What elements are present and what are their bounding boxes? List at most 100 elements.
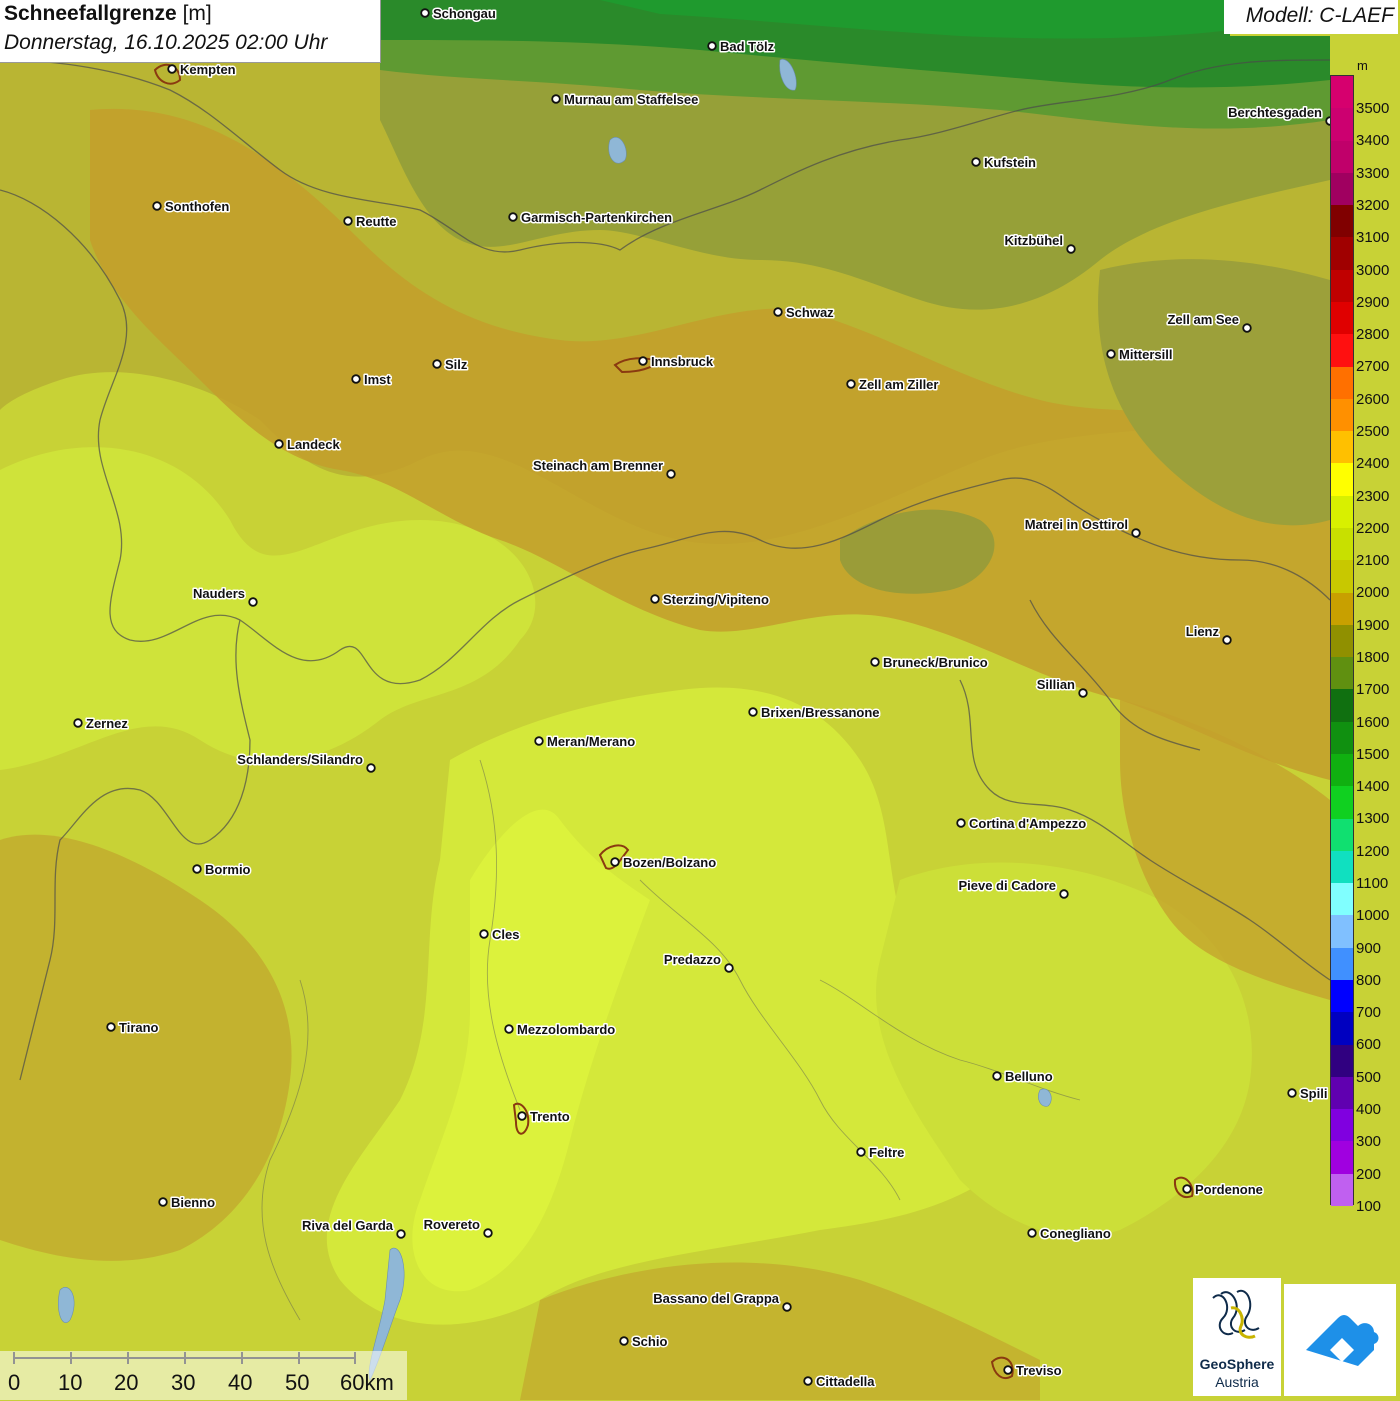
city-label: Zell am See	[1167, 312, 1239, 327]
city-marker[interactable]: Garmisch-Partenkirchen	[508, 209, 674, 227]
legend-label: 100	[1356, 1197, 1382, 1215]
city-dot	[248, 597, 258, 607]
city-label: Pordenone	[1195, 1182, 1263, 1197]
city-dot	[1059, 889, 1069, 899]
city-marker[interactable]: Meran/Merano	[534, 733, 637, 751]
geosphere-logo[interactable]: GeoSphere Austria	[1193, 1278, 1281, 1396]
city-dot	[666, 469, 676, 479]
city-label: Sillian	[1037, 677, 1075, 692]
legend-label: 2400	[1356, 455, 1390, 473]
city-dot	[106, 1022, 116, 1032]
legend-swatch	[1331, 1012, 1353, 1046]
city-marker[interactable]: Brixen/Bressanone	[748, 704, 881, 722]
snowfall-limit-map[interactable]: Schongau Bad Tölz Kempten Murnau am Staffel…	[0, 0, 1400, 1400]
city-dot	[158, 1197, 168, 1207]
city-dot	[638, 356, 648, 366]
legend-label: 1200	[1356, 842, 1390, 860]
city-label: Mezzolombardo	[517, 1022, 615, 1037]
legend-label: 1900	[1356, 616, 1390, 634]
city-label: Sonthofen	[165, 199, 229, 214]
legend-swatch	[1331, 302, 1353, 335]
city-marker[interactable]: Innsbruck	[638, 353, 715, 371]
city-label: Schongau	[433, 6, 496, 21]
legend-label: 2600	[1356, 390, 1390, 408]
legend-swatch	[1331, 237, 1353, 271]
legend-swatch	[1331, 76, 1353, 109]
city-dot	[773, 307, 783, 317]
legend-swatch	[1331, 754, 1353, 787]
city-label: Riva del Garda	[302, 1218, 394, 1233]
city-marker[interactable]: Schongau	[420, 5, 497, 23]
legend-swatch	[1331, 528, 1353, 561]
legend-label: 1500	[1356, 745, 1390, 763]
legend-label: 600	[1356, 1036, 1382, 1054]
weather-app-logo[interactable]	[1284, 1284, 1396, 1396]
city-dot	[619, 1336, 629, 1346]
legend-label: 3100	[1356, 229, 1390, 247]
city-label: Cles	[492, 927, 519, 942]
city-dot	[504, 1024, 514, 1034]
legend-swatch	[1331, 1141, 1353, 1175]
scale-label: 50	[285, 1370, 310, 1395]
city-marker[interactable]: Mezzolombardo	[504, 1021, 617, 1039]
city-label: Bassano del Grappa	[653, 1291, 779, 1306]
city-dot	[870, 657, 880, 667]
city-label: Bienno	[171, 1195, 215, 1210]
model-label: Modell: C-LAEF	[1245, 4, 1394, 27]
legend-label: 3400	[1356, 132, 1390, 150]
legend-swatch	[1331, 850, 1353, 884]
legend-swatch	[1331, 463, 1353, 497]
legend-label: 2000	[1356, 584, 1390, 602]
legend-label: 2200	[1356, 519, 1390, 537]
legend-swatch	[1331, 269, 1353, 303]
city-marker[interactable]: Murnau am Staffelsee	[551, 91, 700, 109]
city-label: Cittadella	[816, 1374, 875, 1389]
legend-swatch	[1331, 624, 1353, 658]
city-dot	[152, 201, 162, 211]
city-label: Bormio	[205, 862, 251, 877]
city-marker[interactable]: Sterzing/Vipiteno	[650, 591, 770, 609]
city-marker[interactable]: Sonthofen	[152, 198, 231, 216]
city-dot	[1131, 528, 1141, 538]
legend-label: 500	[1356, 1068, 1382, 1086]
legend-label: 1700	[1356, 681, 1390, 699]
legend-label: 2800	[1356, 326, 1390, 344]
city-dot	[1106, 349, 1116, 359]
city-dot	[517, 1111, 527, 1121]
city-marker[interactable]: Cortina d'Ampezzo	[956, 815, 1088, 833]
city-marker[interactable]: Bruneck/Brunico	[870, 654, 989, 672]
legend-swatch	[1331, 398, 1353, 432]
legend-label: 2700	[1356, 358, 1390, 376]
city-label: Schwaz	[786, 305, 834, 320]
city-label: Feltre	[869, 1145, 904, 1160]
city-label: Bozen/Bolzano	[623, 855, 716, 870]
city-dot	[432, 359, 442, 369]
cloud-arrow-icon	[1306, 1315, 1379, 1366]
city-marker[interactable]: Zell am Ziller	[846, 376, 940, 394]
legend-swatch	[1331, 657, 1353, 690]
city-dot	[1078, 688, 1088, 698]
city-marker[interactable]: Conegliano	[1027, 1225, 1112, 1243]
legend-label: 900	[1356, 939, 1382, 957]
legend-label: 3500	[1356, 100, 1390, 118]
legend-label: 2300	[1356, 487, 1390, 505]
legend-swatch	[1331, 431, 1353, 464]
city-label: Treviso	[1016, 1363, 1062, 1378]
city-marker[interactable]: Pordenone	[1182, 1181, 1264, 1199]
city-dot	[650, 594, 660, 604]
city-label: Belluno	[1005, 1069, 1053, 1084]
city-dot	[846, 379, 856, 389]
city-marker[interactable]: Bozen/Bolzano	[610, 854, 718, 872]
legend-label: 3200	[1356, 197, 1390, 214]
legend-swatch	[1331, 495, 1353, 529]
city-dot	[551, 94, 561, 104]
city-dot	[274, 439, 284, 449]
city-label: Reutte	[356, 214, 396, 229]
city-label: Trento	[530, 1109, 570, 1124]
city-dot	[724, 963, 734, 973]
city-label: Schlanders/Silandro	[237, 752, 363, 767]
scale-label: 30	[171, 1370, 196, 1395]
legend-swatch	[1331, 786, 1353, 820]
city-label: Landeck	[287, 437, 341, 452]
geosphere-country: Austria	[1215, 1374, 1259, 1390]
